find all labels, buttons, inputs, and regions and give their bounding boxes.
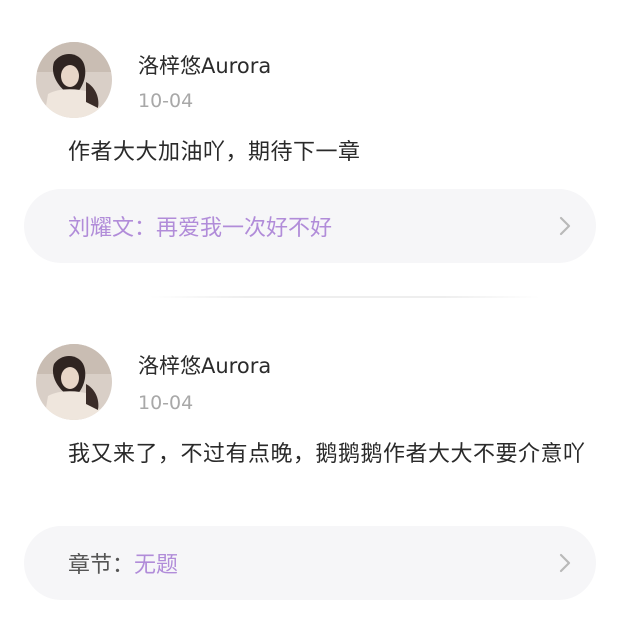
chevron-right-icon: [559, 553, 571, 573]
comment-date: 10-04: [138, 90, 194, 112]
referenced-post[interactable]: 刘耀文： 再爱我一次好不好: [24, 189, 596, 263]
chevron-right-icon: [559, 216, 571, 236]
reference-text: 再爱我一次好不好: [156, 216, 333, 241]
comment-text: 我又来了，不过有点晚，鹅鹅鹅作者大大不要介意吖: [68, 442, 586, 467]
reference-text: 无题: [134, 553, 179, 578]
comment-item: 洛梓悠Aurora 10-04 作者大大加油吖，期待下一章 刘耀文： 再爱我一次好…: [0, 0, 640, 290]
comment-text: 作者大大加油吖，期待下一章: [68, 140, 361, 165]
reference-prefix: 章节：: [68, 553, 135, 578]
chapter-reference[interactable]: 章节： 无题: [24, 526, 596, 600]
avatar[interactable]: [36, 344, 112, 420]
comment-item: 洛梓悠Aurora 10-04 我又来了，不过有点晚，鹅鹅鹅作者大大不要介意吖 …: [0, 300, 640, 634]
reference-prefix: 刘耀文：: [68, 216, 157, 241]
comment-date: 10-04: [138, 392, 194, 414]
avatar[interactable]: [36, 42, 112, 118]
divider: [150, 296, 540, 298]
username[interactable]: 洛梓悠Aurora: [138, 50, 271, 80]
username[interactable]: 洛梓悠Aurora: [138, 350, 271, 380]
